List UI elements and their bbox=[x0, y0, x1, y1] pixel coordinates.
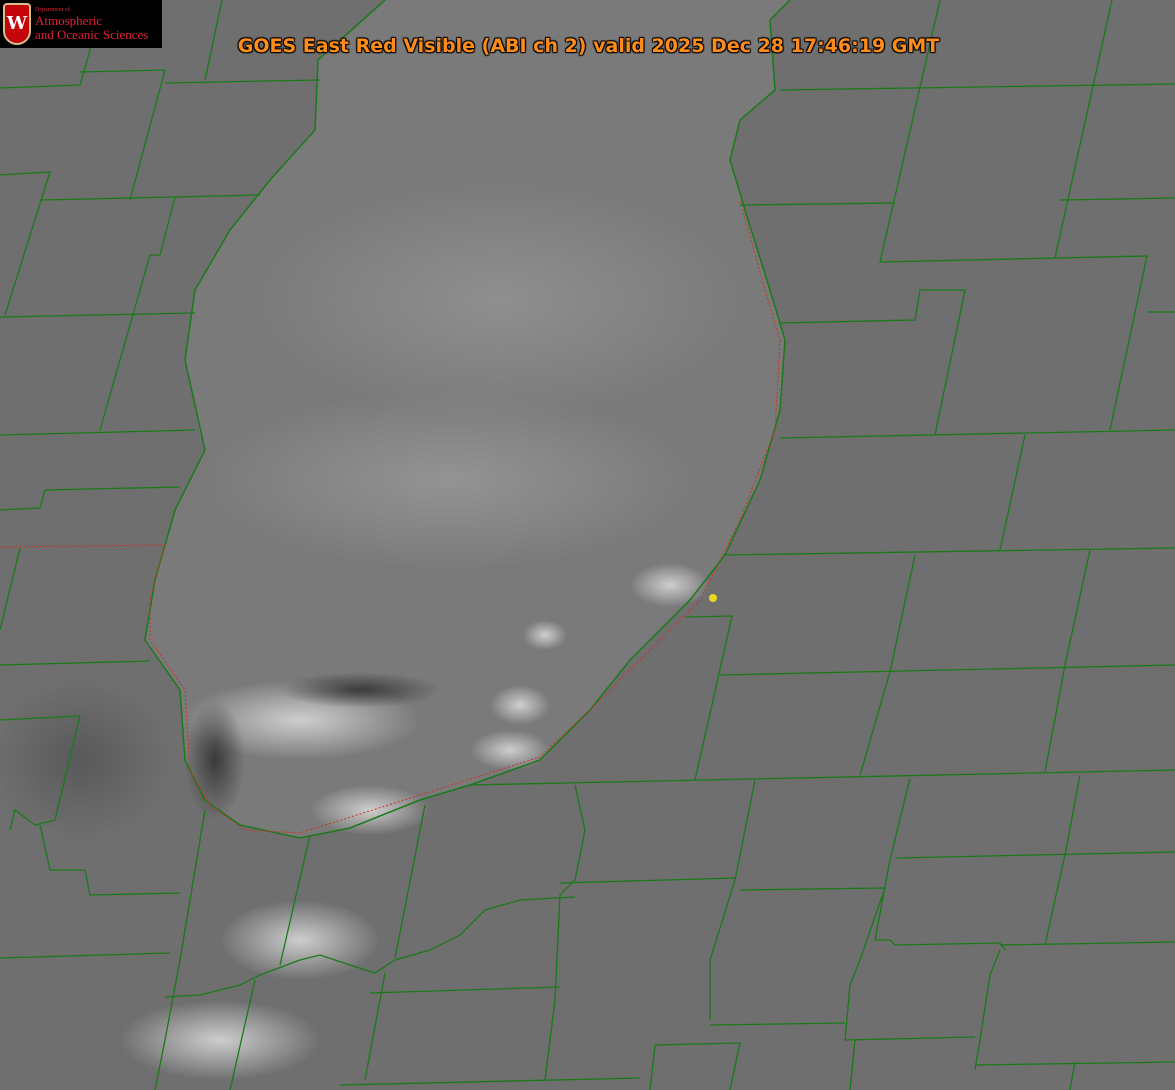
image-title: GOES East Red Visible (ABI ch 2) valid 2… bbox=[0, 35, 1175, 57]
satellite-imagery bbox=[0, 0, 1175, 1090]
satellite-map: W Department of Atmospheric and Oceanic … bbox=[0, 0, 1175, 1090]
title-text: GOES East Red Visible (ABI ch 2) valid 2… bbox=[237, 35, 940, 57]
location-marker bbox=[709, 594, 717, 602]
